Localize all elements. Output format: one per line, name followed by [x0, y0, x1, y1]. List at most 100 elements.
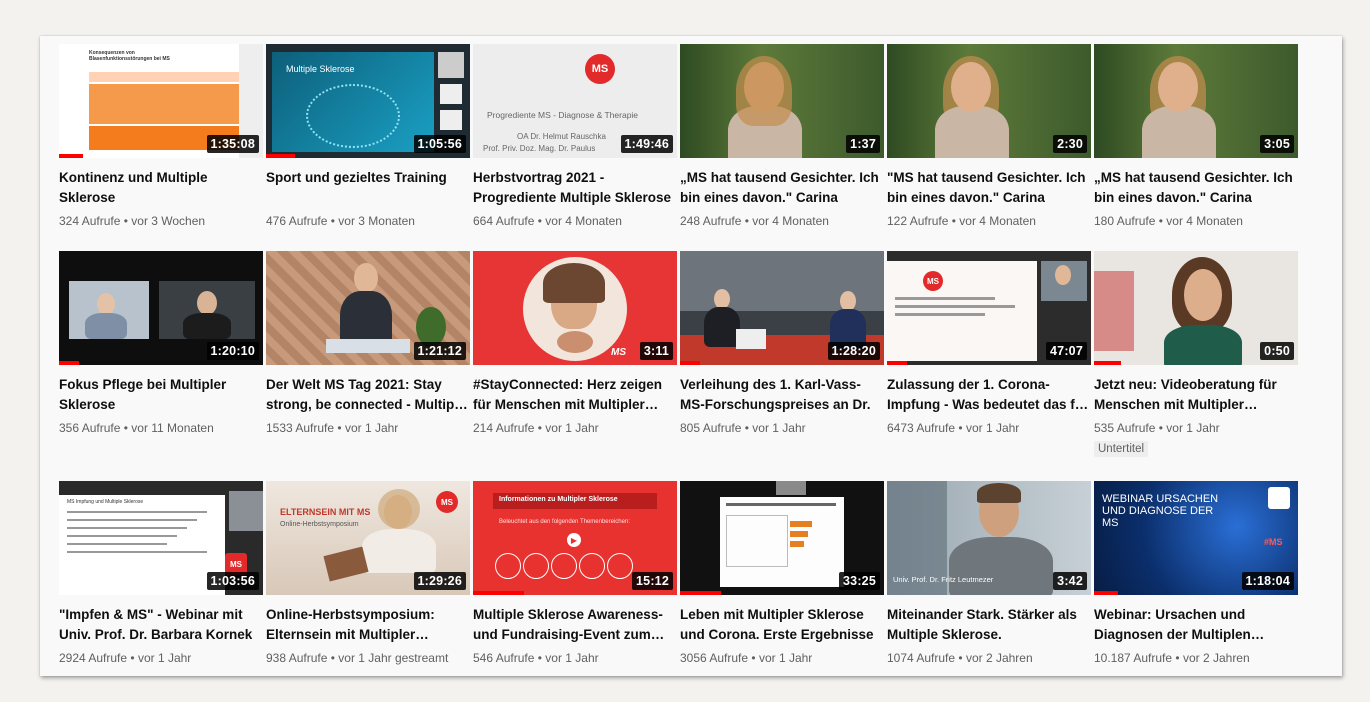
video-card[interactable]: WEBINAR URSACHEN UND DIAGNOSE DER MS #MS…	[1094, 481, 1298, 671]
watch-progress-bar	[1094, 591, 1119, 595]
video-thumbnail[interactable]: Informationen zu Multipler Sklerose Bele…	[473, 481, 677, 595]
video-duration: 1:28:20	[827, 342, 880, 360]
video-title[interactable]: Sport und gezieltes Training	[266, 168, 470, 208]
video-card[interactable]: Multiple Sklerose 1:05:56 Sport und gezi…	[266, 44, 470, 251]
video-thumbnail[interactable]: 3:05	[1094, 44, 1298, 158]
ms-logo-icon: #MS	[1264, 537, 1283, 547]
video-card[interactable]: MS Progrediente MS - Diagnose & Therapie…	[473, 44, 677, 251]
video-title[interactable]: Herbstvortrag 2021 - Progrediente Multip…	[473, 168, 677, 208]
video-title[interactable]: "Impfen & MS" - Webinar mit Univ. Prof. …	[59, 605, 263, 645]
view-count: 356 Aufrufe	[59, 421, 121, 435]
watch-progress-bar	[59, 361, 80, 365]
video-thumbnail[interactable]: Multiple Sklerose 1:05:56	[266, 44, 470, 158]
video-thumbnail[interactable]: MS Impfung und Multiple Sklerose MS 1:03…	[59, 481, 263, 595]
video-meta: 1533 Aufrufe • vor 1 Jahr	[266, 421, 399, 435]
upload-age: vor 3 Wochen	[131, 214, 206, 228]
video-title[interactable]: Verleihung des 1. Karl-Vass-MS-Forschung…	[680, 375, 884, 415]
upload-age: vor 1 Jahr gestreamt	[338, 651, 449, 665]
video-title[interactable]: „MS hat tausend Gesichter. Ich bin eines…	[1094, 168, 1298, 208]
video-card[interactable]: Univ. Prof. Dr. Fritz Leutmezer 3:42 Mit…	[887, 481, 1091, 671]
video-meta: 664 Aufrufe • vor 4 Monaten	[473, 214, 622, 228]
video-duration: 1:03:56	[206, 572, 259, 590]
video-thumbnail[interactable]: 1:37	[680, 44, 884, 158]
upload-age: vor 1 Jahr	[545, 651, 599, 665]
video-title[interactable]: Webinar: Ursachen und Diagnosen der Mult…	[1094, 605, 1298, 645]
video-thumbnail[interactable]: ELTERNSEIN MIT MS Online-Herbstsymposium…	[266, 481, 470, 595]
watch-progress-bar	[680, 361, 701, 365]
view-count: 1074 Aufrufe	[887, 651, 956, 665]
video-card[interactable]: Konsequenzen von Blasenfunktionsstörunge…	[59, 44, 263, 251]
upload-age: vor 1 Jahr	[137, 651, 192, 665]
video-title[interactable]: Miteinander Stark. Stärker als Multiple …	[887, 605, 1091, 645]
video-card[interactable]: MS Impfung und Multiple Sklerose MS 1:03…	[59, 481, 263, 671]
upload-age: vor 1 Jahr	[752, 421, 806, 435]
watch-progress-bar	[59, 154, 84, 158]
video-title[interactable]: Kontinenz und Multiple Sklerose	[59, 168, 263, 208]
video-card[interactable]: ELTERNSEIN MIT MS Online-Herbstsymposium…	[266, 481, 470, 671]
video-duration: 3:42	[1053, 572, 1087, 590]
ms-logo-icon: MS	[436, 491, 458, 513]
video-thumbnail[interactable]: 1:28:20	[680, 251, 884, 365]
slide-sub: Online-Herbstsymposium	[280, 521, 359, 528]
video-thumbnail[interactable]: 2:30	[887, 44, 1091, 158]
upload-age: vor 2 Jahren	[1182, 651, 1250, 665]
video-title[interactable]: Multiple Sklerose Awareness- und Fundrai…	[473, 605, 677, 645]
slide-header: ELTERNSEIN MIT MS	[280, 507, 371, 517]
video-title[interactable]: Online-Herbstsymposium: Elternsein mit M…	[266, 605, 470, 645]
video-card[interactable]: MS 47:07 Zulassung der 1. Corona-Impfung…	[887, 251, 1091, 481]
video-thumbnail[interactable]: 1:20:10	[59, 251, 263, 365]
video-duration: 2:30	[1053, 135, 1087, 153]
view-count: 214 Aufrufe	[473, 421, 535, 435]
video-card[interactable]: 1:37 „MS hat tausend Gesichter. Ich bin …	[680, 44, 884, 251]
video-title[interactable]: "MS hat tausend Gesichter. Ich bin eines…	[887, 168, 1091, 208]
upload-age: vor 11 Monaten	[131, 421, 214, 435]
upload-age: vor 1 Jahr	[965, 421, 1020, 435]
video-meta: 10.187 Aufrufe • vor 2 Jahren	[1094, 651, 1250, 665]
view-count: 324 Aufrufe	[59, 214, 121, 228]
watch-progress-bar	[1094, 361, 1121, 365]
video-title[interactable]: „MS hat tausend Gesichter. Ich bin eines…	[680, 168, 884, 208]
video-card[interactable]: Informationen zu Multipler Sklerose Bele…	[473, 481, 677, 671]
video-card[interactable]: 1:20:10 Fokus Pflege bei Multipler Skler…	[59, 251, 263, 481]
video-title[interactable]: Zulassung der 1. Corona-Impfung - Was be…	[887, 375, 1091, 415]
video-card[interactable]: 0:50 Jetzt neu: Videoberatung für Mensch…	[1094, 251, 1298, 481]
view-count: 664 Aufrufe	[473, 214, 535, 228]
video-thumbnail[interactable]: MS 47:07	[887, 251, 1091, 365]
view-count: 2924 Aufrufe	[59, 651, 128, 665]
slide-header: Progrediente MS - Diagnose & Therapie	[487, 110, 639, 120]
ms-logo-icon: MS	[923, 271, 943, 291]
video-meta: 3056 Aufrufe • vor 1 Jahr	[680, 651, 813, 665]
video-meta: 2924 Aufrufe • vor 1 Jahr	[59, 651, 192, 665]
video-meta: 546 Aufrufe • vor 1 Jahr	[473, 651, 599, 665]
video-thumbnail[interactable]: WEBINAR URSACHEN UND DIAGNOSE DER MS #MS…	[1094, 481, 1298, 595]
video-thumbnail[interactable]: 1:21:12	[266, 251, 470, 365]
play-icon[interactable]: ▶	[567, 533, 581, 547]
video-title[interactable]: Fokus Pflege bei Multipler Sklerose	[59, 375, 263, 415]
video-title[interactable]: Jetzt neu: Videoberatung für Menschen mi…	[1094, 375, 1298, 415]
video-card[interactable]: 1:21:12 Der Welt MS Tag 2021: Stay stron…	[266, 251, 470, 481]
video-card[interactable]: MS 3:11 #StayConnected: Herz zeigen für …	[473, 251, 677, 481]
video-duration: 3:11	[639, 342, 673, 360]
video-card[interactable]: 3:05 „MS hat tausend Gesichter. Ich bin …	[1094, 44, 1298, 251]
video-thumbnail[interactable]: 33:25	[680, 481, 884, 595]
video-card[interactable]: 2:30 "MS hat tausend Gesichter. Ich bin …	[887, 44, 1091, 251]
upload-age: vor 1 Jahr	[1166, 421, 1220, 435]
video-meta: 535 Aufrufe • vor 1 Jahr	[1094, 421, 1220, 435]
watch-progress-bar	[473, 591, 524, 595]
video-title[interactable]: Leben mit Multipler Sklerose und Corona.…	[680, 605, 884, 645]
view-count: 248 Aufrufe	[680, 214, 742, 228]
view-count: 938 Aufrufe	[266, 651, 328, 665]
video-thumbnail[interactable]: MS Progrediente MS - Diagnose & Therapie…	[473, 44, 677, 158]
video-thumbnail[interactable]: 0:50	[1094, 251, 1298, 365]
speaker-caption: Univ. Prof. Dr. Fritz Leutmezer	[893, 575, 994, 584]
view-count: 180 Aufrufe	[1094, 214, 1156, 228]
video-duration: 1:18:04	[1241, 572, 1294, 590]
view-count: 10.187 Aufrufe	[1094, 651, 1173, 665]
video-thumbnail[interactable]: MS 3:11	[473, 251, 677, 365]
video-card[interactable]: 33:25 Leben mit Multipler Sklerose und C…	[680, 481, 884, 671]
video-title[interactable]: #StayConnected: Herz zeigen für Menschen…	[473, 375, 677, 415]
video-thumbnail[interactable]: Konsequenzen von Blasenfunktionsstörunge…	[59, 44, 263, 158]
video-card[interactable]: 1:28:20 Verleihung des 1. Karl-Vass-MS-F…	[680, 251, 884, 481]
video-thumbnail[interactable]: Univ. Prof. Dr. Fritz Leutmezer 3:42	[887, 481, 1091, 595]
video-title[interactable]: Der Welt MS Tag 2021: Stay strong, be co…	[266, 375, 470, 415]
